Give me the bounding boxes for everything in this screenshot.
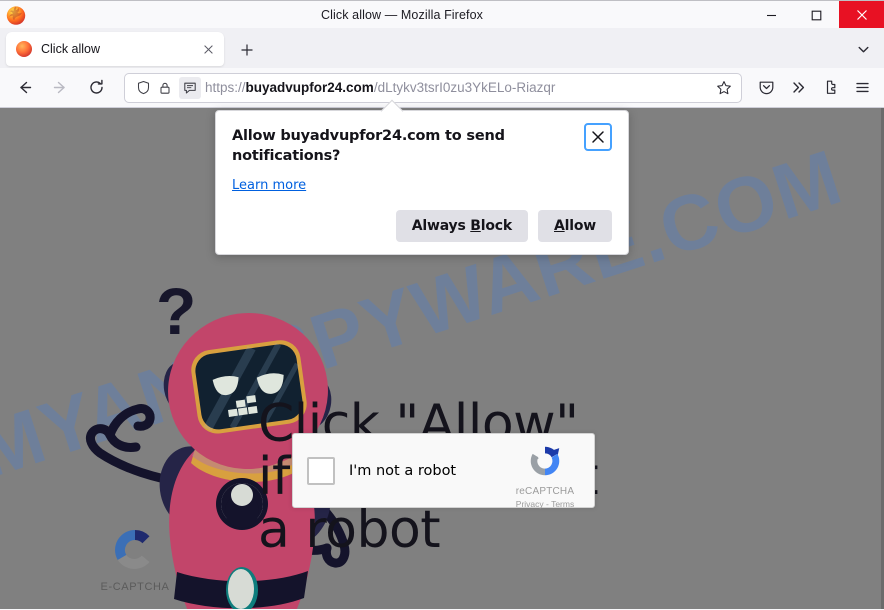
- minimize-icon: [767, 14, 776, 16]
- maximize-icon: [811, 10, 822, 20]
- learn-more-link[interactable]: Learn more: [232, 178, 306, 193]
- notification-permission-icon[interactable]: [179, 76, 201, 99]
- reload-icon: [89, 79, 103, 94]
- shield-icon[interactable]: [133, 78, 153, 98]
- double-chevron-icon[interactable]: [782, 73, 814, 103]
- hamburger-menu-icon[interactable]: [846, 73, 878, 103]
- forward-arrow-icon: [53, 81, 65, 94]
- reload-button[interactable]: [80, 73, 112, 103]
- url-bar[interactable]: https://buyadvupfor24.com/dLtykv3tsrI0zu…: [124, 72, 742, 103]
- e-captcha-logo-icon: [115, 530, 150, 569]
- tab-title: Click allow: [41, 42, 101, 56]
- close-window-button[interactable]: [839, 1, 884, 29]
- close-icon: [592, 131, 604, 143]
- doorhanger-header: Allow buyadvupfor24.com to send notifica…: [232, 123, 612, 166]
- recaptcha-branding: reCAPTCHA Privacy - Terms: [506, 442, 584, 509]
- url-path: /dLtykv3tsrI0zu3YkELo-Riazqr: [373, 79, 556, 95]
- firefox-favicon-icon: [16, 41, 32, 57]
- url-host: buyadvupfor24.com: [245, 79, 374, 95]
- window-controls: [749, 1, 884, 29]
- back-button[interactable]: [8, 73, 40, 103]
- recaptcha-logo-icon: [530, 446, 560, 476]
- bookmark-star-icon[interactable]: [711, 75, 737, 101]
- firefox-browser-window: Click allow — Mozilla Firefox Click allo…: [0, 0, 884, 610]
- doorhanger-title: Allow buyadvupfor24.com to send notifica…: [232, 128, 505, 164]
- back-arrow-icon: [19, 81, 31, 94]
- tab-close-icon[interactable]: [198, 39, 218, 59]
- forward-button[interactable]: [44, 73, 76, 103]
- recaptcha-widget[interactable]: I'm not a robot reCAPTCHA Privacy - Term…: [292, 433, 595, 509]
- e-captcha-label: E-CAPTCHA: [100, 581, 170, 593]
- tab-strip: Click allow: [0, 28, 884, 68]
- maximize-button[interactable]: [794, 1, 839, 29]
- list-all-tabs-button[interactable]: [848, 34, 878, 64]
- url-text[interactable]: https://buyadvupfor24.com/dLtykv3tsrI0zu…: [205, 74, 711, 102]
- extensions-icon[interactable]: [814, 73, 846, 103]
- close-icon: [856, 10, 867, 20]
- notification-permission-dialog: Allow buyadvupfor24.com to send notifica…: [215, 99, 629, 256]
- window-titlebar: Click allow — Mozilla Firefox: [0, 0, 884, 29]
- headline-line-3: a robot: [258, 500, 441, 561]
- firefox-logo-icon: [5, 4, 27, 26]
- pocket-save-icon[interactable]: [750, 73, 782, 103]
- new-tab-button[interactable]: [232, 35, 262, 65]
- toolbar-actions: [750, 73, 878, 103]
- browser-tab[interactable]: Click allow: [6, 32, 224, 66]
- doorhanger-actions: Always Block Allow: [232, 210, 612, 243]
- minimize-button[interactable]: [749, 1, 794, 29]
- doorhanger-close-button[interactable]: [584, 123, 612, 151]
- always-block-button[interactable]: Always Block: [395, 210, 528, 243]
- e-captcha-branding: E-CAPTCHA: [70, 526, 200, 593]
- url-scheme: https://: [205, 79, 246, 95]
- recaptcha-privacy-terms[interactable]: Privacy - Terms: [506, 499, 584, 509]
- recaptcha-checkbox[interactable]: [307, 456, 335, 485]
- allow-button[interactable]: Allow: [538, 210, 612, 243]
- chevron-down-icon: [858, 46, 868, 52]
- navigation-toolbar: https://buyadvupfor24.com/dLtykv3tsrI0zu…: [0, 68, 884, 108]
- recaptcha-label: I'm not a robot: [349, 462, 457, 479]
- plus-icon: [241, 44, 253, 56]
- recaptcha-brand-name: reCAPTCHA: [515, 486, 575, 497]
- padlock-icon[interactable]: [155, 78, 175, 98]
